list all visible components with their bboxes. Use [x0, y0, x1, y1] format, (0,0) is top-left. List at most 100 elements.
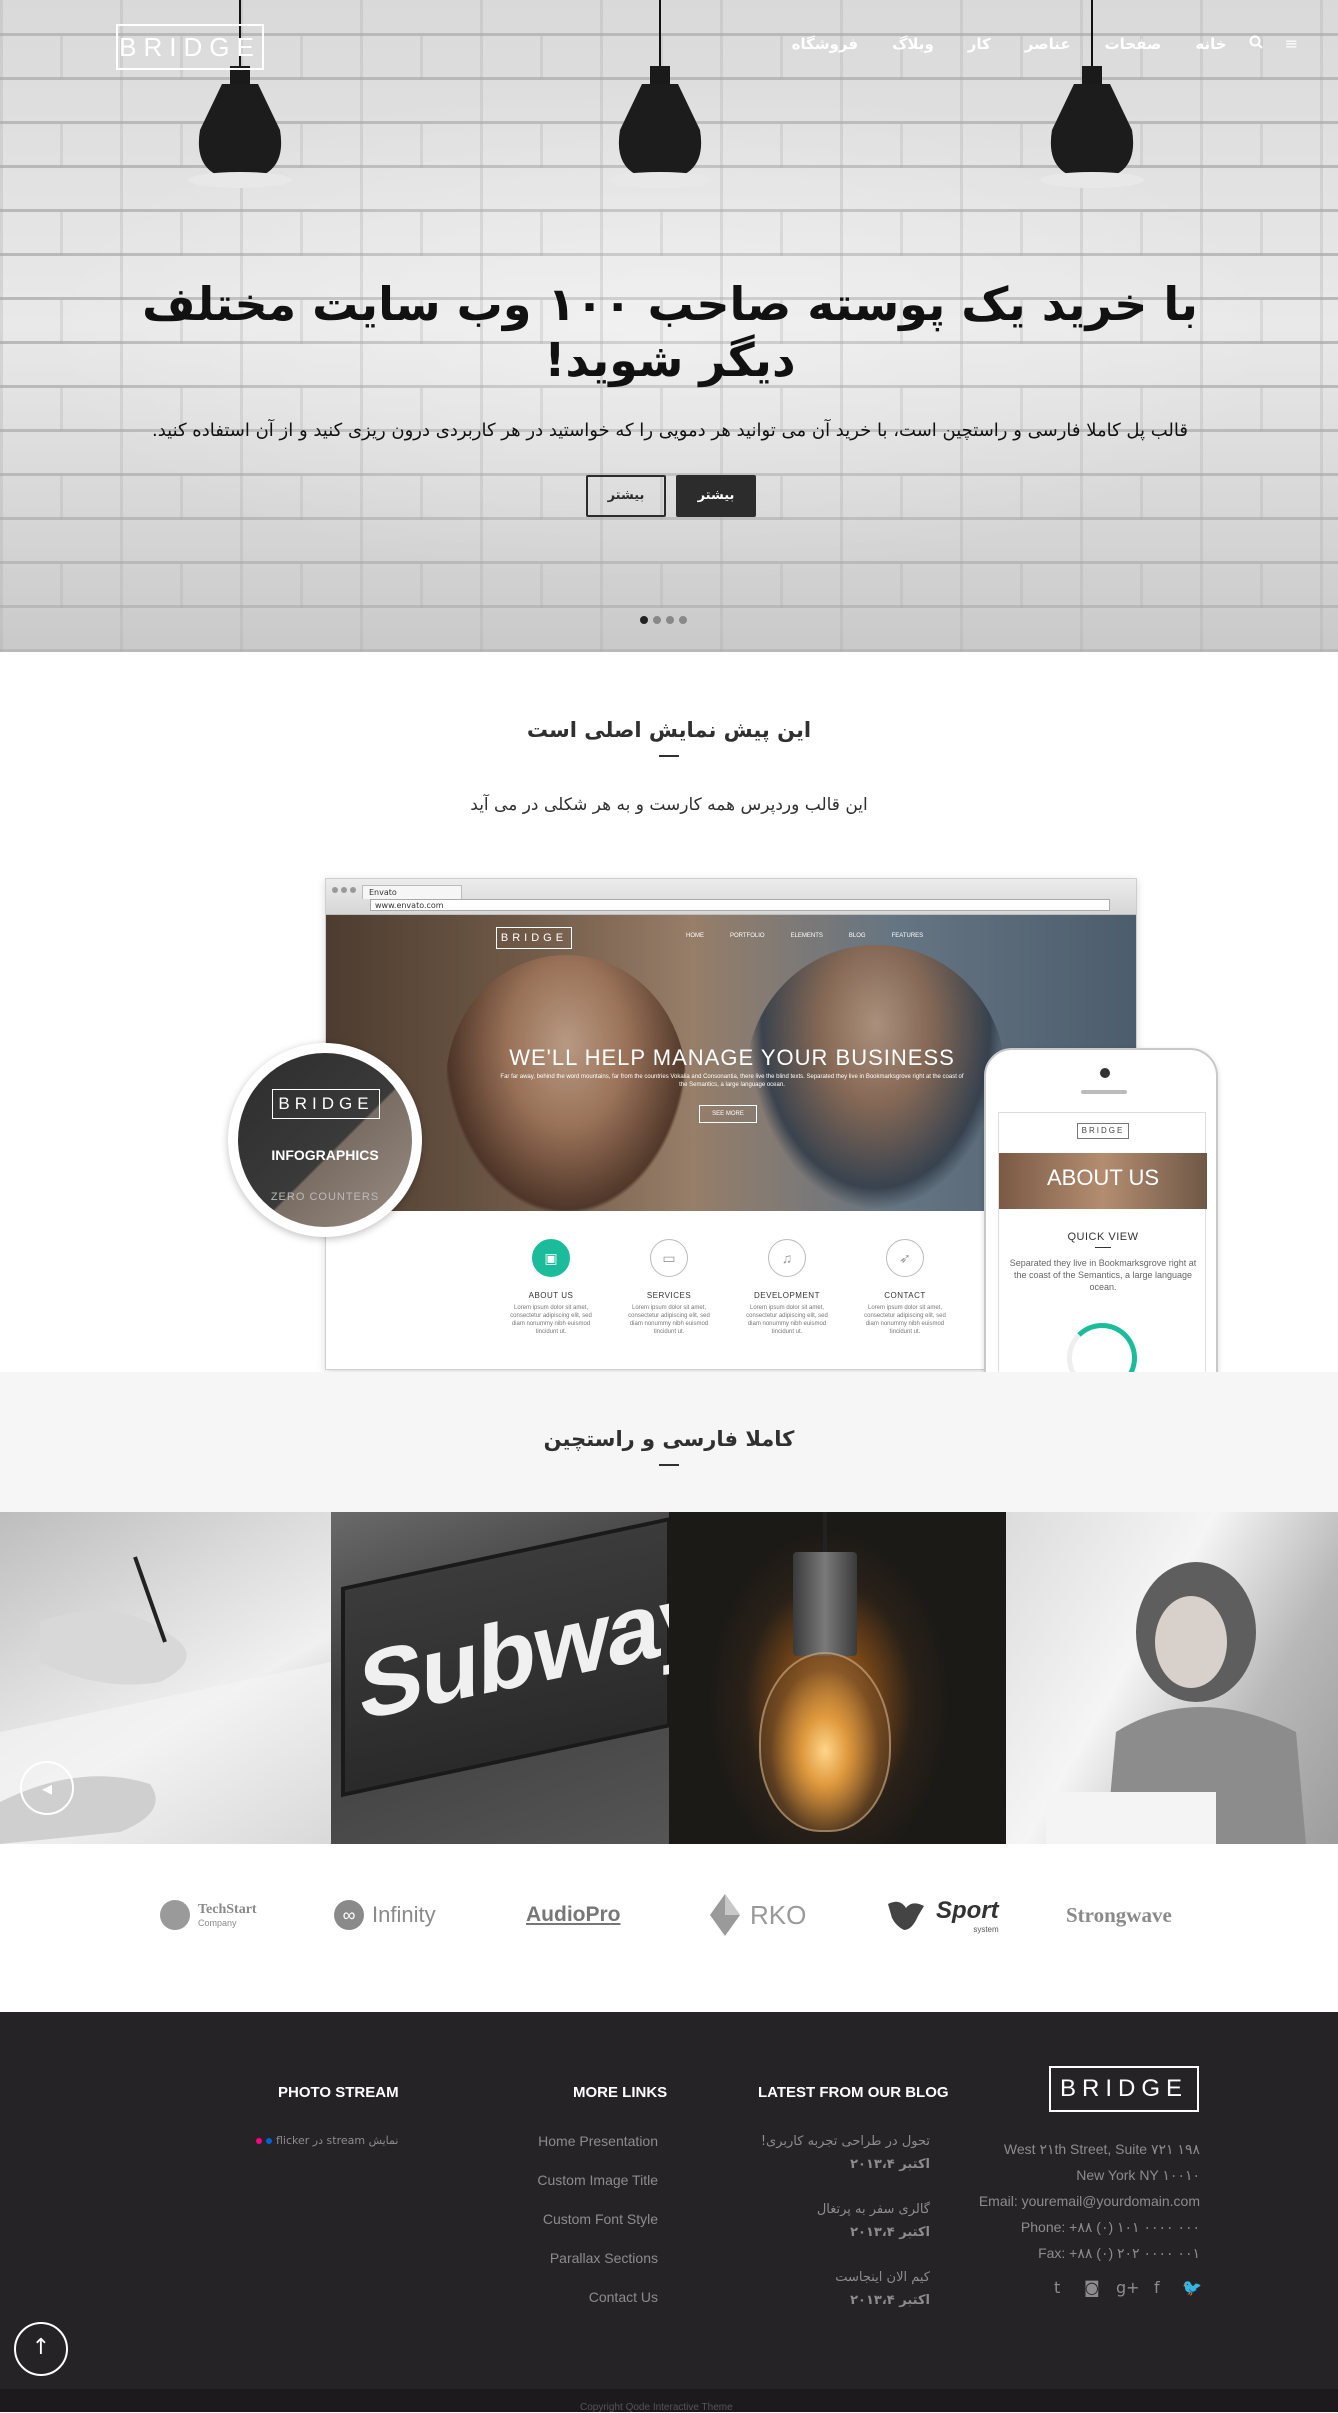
phone-text: Separated they live in Bookmarksgrove ri…: [1009, 1258, 1197, 1292]
pendant-lamp-icon: [608, 0, 712, 188]
badge-logo: BRIDGE: [272, 1089, 380, 1119]
infinity-icon: ∞: [334, 1900, 364, 1930]
phone-screen: BRIDGE ABOUT US QUICK VIEW Separated the…: [998, 1112, 1207, 1376]
footer-link-custom-font-style[interactable]: Custom Font Style: [543, 2211, 658, 2227]
bulb-socket: [793, 1552, 857, 1656]
flickr-blue-dot-icon: [266, 2137, 272, 2144]
footer-link-contact-us[interactable]: Contact Us: [589, 2289, 658, 2305]
slider-dot[interactable]: [653, 616, 661, 624]
back-to-top-button[interactable]: ↑: [14, 2322, 68, 2376]
bell-icon: ♫: [768, 1239, 806, 1277]
slider-dot-active[interactable]: [640, 616, 648, 624]
blog-post-title[interactable]: گالری سفر به پرتغال: [730, 2202, 930, 2217]
blog-post-title[interactable]: کیم الان اینجاست: [730, 2270, 930, 2285]
window-controls: [332, 887, 356, 893]
camera-icon: ▣: [532, 1239, 570, 1277]
techstart-logo-icon: [160, 1900, 190, 1930]
client-logo-strongwave[interactable]: Strongwave: [1066, 1892, 1172, 1938]
title-divider: [659, 755, 679, 757]
client-logo-techstart[interactable]: TechStart Company: [160, 1892, 257, 1938]
mockup-nav-item: PORTFOLIO: [730, 933, 765, 939]
slider-dot[interactable]: [679, 616, 687, 624]
mockup-service-development: ♫ DEVELOPMENT Lorem ipsum dolor sit amet…: [742, 1239, 832, 1336]
client-name: Strongwave: [1066, 1902, 1172, 1927]
nav-item-shop[interactable]: فروشگاه: [792, 35, 858, 53]
nav-item-home[interactable]: خانه: [1195, 35, 1226, 53]
menu-icon[interactable]: ≡: [1285, 34, 1298, 53]
blog-post-item[interactable]: تحول در طراحی تجربه کاربری! اکتبر ۲۰۱۳،۴: [730, 2134, 930, 2172]
service-label: ABOUT US: [528, 1291, 574, 1300]
demo-section-title: این پیش نمایش اصلی است: [526, 718, 812, 742]
mockup-nav: HOME PORTFOLIO ELEMENTS BLOG FEATURES: [686, 933, 923, 939]
hero-primary-button[interactable]: بیشتر: [676, 475, 756, 517]
tumblr-icon[interactable]: t: [1054, 2278, 1060, 2297]
mockup-service-contact: ➶ CONTACT Lorem ipsum dolor sit amet, co…: [860, 1239, 950, 1336]
photo-woman-studying[interactable]: [1006, 1512, 1338, 1844]
mockup-nav-item: BLOG: [848, 933, 866, 939]
search-icon-glyph: [1249, 35, 1263, 49]
nav-item-elements[interactable]: عناصر: [1025, 35, 1071, 53]
footer-link-custom-image-title[interactable]: Custom Image Title: [537, 2172, 658, 2188]
phone-logo: BRIDGE: [1077, 1123, 1129, 1139]
contact-address: West ۲۱th Street, Suite ۷۲۱ ۱۹۸: [1003, 2141, 1200, 2157]
badge-title: INFOGRAPHICS: [271, 1147, 379, 1163]
image-nav-button[interactable]: ◂: [20, 1761, 74, 1815]
blog-post-date: اکتبر ۲۰۱۳،۴: [850, 2293, 930, 2308]
phone-banner: ABOUT US: [999, 1153, 1207, 1209]
site-logo[interactable]: BRIDGE: [116, 24, 264, 70]
client-logo-sport[interactable]: Sport system: [884, 1892, 999, 1938]
client-name: Infinity: [372, 1902, 436, 1927]
mockup-nav-item: ELEMENTS: [790, 933, 823, 939]
blog-heading: LATEST FROM OUR BLOG: [758, 2084, 949, 2101]
client-logo-rko[interactable]: RKO: [708, 1892, 806, 1938]
footer-link-home-presentation[interactable]: Home Presentation: [538, 2133, 658, 2149]
photo-subway-sign[interactable]: Subway: [331, 1512, 669, 1844]
slider-dot[interactable]: [666, 616, 674, 624]
nav-item-portfolio[interactable]: کار: [968, 35, 991, 53]
service-label: SERVICES: [646, 1291, 692, 1300]
mockup-service-services: ▭ SERVICES Lorem ipsum dolor sit amet, c…: [624, 1239, 714, 1336]
google-plus-icon[interactable]: g+: [1116, 2278, 1140, 2297]
title-divider: [659, 1464, 679, 1466]
client-logo-audiopro[interactable]: AudioPro: [526, 1892, 621, 1938]
mockup-nav-item: HOME: [686, 933, 704, 939]
service-text: Lorem ipsum dolor sit amet, consectetur …: [746, 1305, 828, 1335]
blog-post-date: اکتبر ۲۰۱۳،۴: [850, 2225, 930, 2240]
contact-email[interactable]: Email: youremail@yourdomain.com: [940, 2188, 1200, 2214]
briefcase-icon: ▭: [650, 1239, 688, 1277]
client-tag: Company: [198, 1918, 237, 1928]
photo-edison-bulb[interactable]: [669, 1512, 1006, 1844]
phone-divider: [1095, 1247, 1111, 1248]
demo-section-subtitle: این قالب وردپرس همه کارست و به هر شکلی د…: [470, 795, 868, 815]
mockup-text: Far far away, behind the word mountains,…: [500, 1074, 964, 1088]
flickr-text: نمایش stream در flicker: [276, 2134, 399, 2147]
instagram-icon[interactable]: ◙: [1084, 2278, 1100, 2297]
hero-secondary-button[interactable]: بیشتر: [586, 475, 666, 517]
client-name: AudioPro: [526, 1903, 621, 1926]
twitter-icon[interactable]: 🐦: [1182, 2278, 1202, 2297]
client-name: Sport: [936, 1896, 999, 1924]
sport-figure-icon: [888, 1901, 924, 1930]
bulb-cord: [823, 1512, 827, 1556]
service-text: Lorem ipsum dolor sit amet, consectetur …: [628, 1305, 710, 1335]
client-logo-infinity[interactable]: ∞ Infinity: [334, 1892, 436, 1938]
search-icon[interactable]: [1249, 34, 1263, 53]
phone-mockup: BRIDGE ABOUT US QUICK VIEW Separated the…: [984, 1048, 1218, 1378]
blog-post-item[interactable]: کیم الان اینجاست اکتبر ۲۰۱۳،۴: [730, 2270, 930, 2308]
nav-item-pages[interactable]: صفحات: [1105, 35, 1162, 53]
nav-item-blog[interactable]: وبلاگ: [892, 35, 934, 53]
blog-post-item[interactable]: گالری سفر به پرتغال اکتبر ۲۰۱۳،۴: [730, 2202, 930, 2240]
rko-diamond-icon: [710, 1894, 740, 1936]
browser-chrome: Envato www.envato.com: [326, 879, 1136, 915]
footer-link-parallax-sections[interactable]: Parallax Sections: [550, 2250, 658, 2266]
mockup-service-about: ▣ ABOUT US Lorem ipsum dolor sit amet, c…: [506, 1239, 596, 1336]
flickr-stream[interactable]: نمایش stream در flicker: [256, 2134, 398, 2147]
footer-contact-info: West ۲۱th Street, Suite ۷۲۱ ۱۹۸ New York…: [940, 2136, 1200, 2266]
subway-sign: Subway: [341, 1516, 669, 1798]
rtl-section-title: کاملا فارسی و راستچین: [543, 1427, 795, 1451]
facebook-icon[interactable]: f: [1154, 2278, 1160, 2297]
phone-camera: [1100, 1068, 1110, 1078]
blog-post-title[interactable]: تحول در طراحی تجربه کاربری!: [730, 2134, 930, 2149]
infographics-badge: BRIDGE INFOGRAPHICS ZERO COUNTERS: [228, 1043, 422, 1237]
footer-logo[interactable]: BRIDGE: [1049, 2066, 1199, 2112]
